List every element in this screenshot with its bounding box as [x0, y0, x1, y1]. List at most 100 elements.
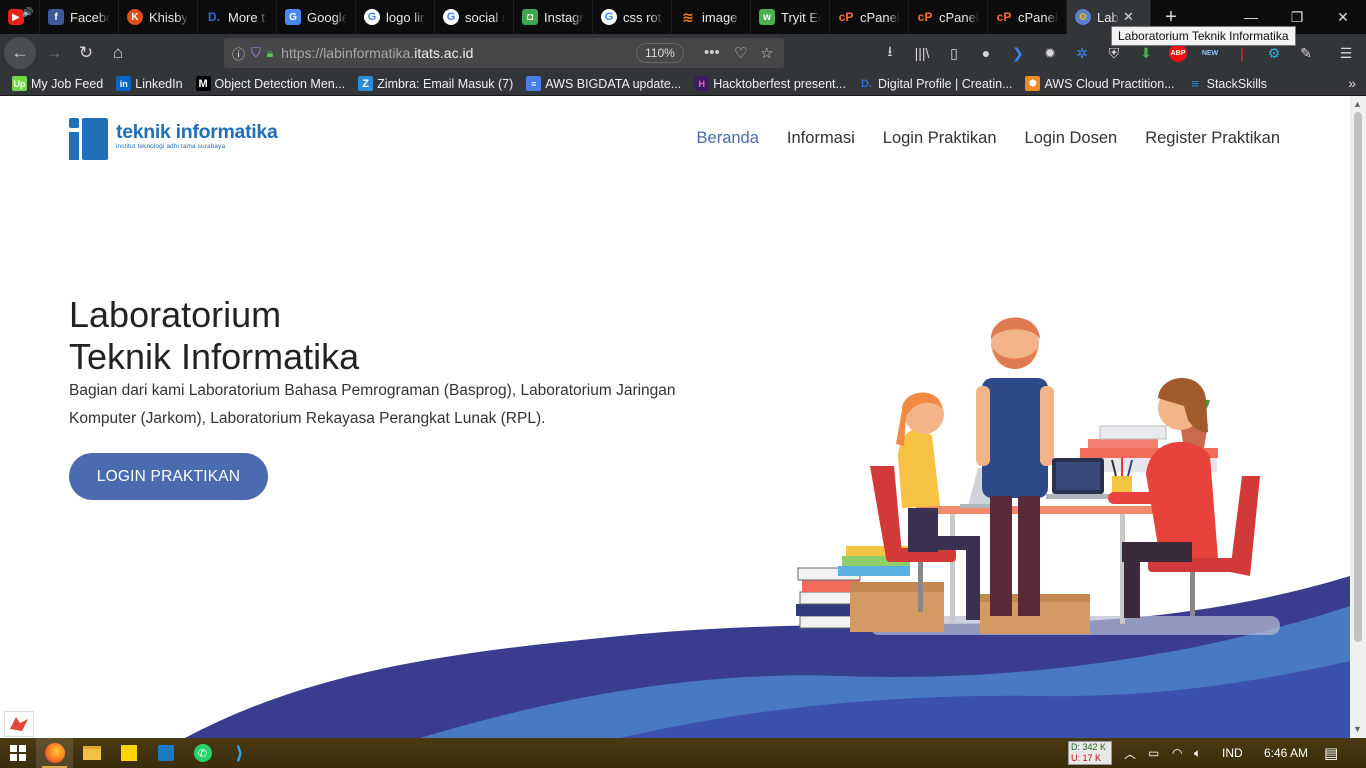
- info-icon[interactable]: ⓘ: [232, 44, 245, 63]
- trello-icon: [157, 745, 174, 761]
- lock-icon: 🔒︎: [266, 45, 274, 60]
- scroll-up-icon[interactable]: ▲: [1353, 99, 1362, 109]
- hero-title-line1: Laboratorium: [69, 294, 282, 335]
- language-indicator[interactable]: IND: [1222, 738, 1243, 768]
- url-text[interactable]: https://labinformatika.itats.ac.id: [281, 45, 473, 61]
- scroll-down-icon[interactable]: ▼: [1353, 724, 1362, 734]
- downloads-button[interactable]: ⭳: [876, 37, 904, 69]
- bookmark-star-icon[interactable]: ☆: [760, 44, 773, 62]
- page-actions-icon[interactable]: •••: [704, 44, 720, 61]
- back-button[interactable]: ←: [4, 37, 36, 69]
- volume-button[interactable]: 🔈︎: [1194, 738, 1201, 768]
- nav-login-dosen[interactable]: Login Dosen: [1025, 129, 1118, 148]
- taskbar-vscode[interactable]: ⟩: [221, 738, 258, 768]
- url-prefix: https://labinformatika.: [281, 45, 415, 61]
- green-arrow-icon: ⬇: [1140, 44, 1152, 61]
- page-scrollbar[interactable]: ▲ ▼: [1350, 96, 1366, 738]
- shield-icon: ⛨: [1108, 44, 1120, 61]
- bookmark-aws-bigdata[interactable]: ≡ AWS BIGDATA update...: [526, 76, 681, 91]
- tab-label: Facebook: [70, 9, 110, 25]
- action-center-button[interactable]: ▤: [1324, 738, 1338, 768]
- bookmark-zimbra[interactable]: Z Zimbra: Email Masuk (7): [358, 76, 513, 91]
- bookmark-object-detection[interactable]: M Object Detection Men...: [195, 76, 345, 91]
- tab-cpanel-2[interactable]: cP cPanel: [909, 0, 988, 34]
- docs-icon: ≡: [526, 76, 542, 91]
- tab-instagram[interactable]: ◘ Instagr: [514, 0, 593, 34]
- taskbar-firefox[interactable]: [36, 738, 73, 768]
- bookmark-digital-profile[interactable]: D. Digital Profile | Creatin...: [859, 76, 1013, 91]
- account-button[interactable]: ●: [972, 37, 1000, 69]
- tracking-shield-icon[interactable]: ⛉: [251, 45, 261, 61]
- nav-informasi[interactable]: Informasi: [787, 129, 855, 148]
- tab-google-translate[interactable]: G Google: [277, 0, 356, 34]
- hero-description: Bagian dari kami Laboratorium Bahasa Pem…: [69, 382, 676, 427]
- clock[interactable]: 6:46 AM: [1260, 738, 1312, 768]
- bookmark-stackskills[interactable]: ≡ StackSkills: [1188, 76, 1267, 91]
- chevron-double-right-icon[interactable]: »: [1348, 75, 1356, 91]
- extension-arrow-button[interactable]: ❯: [1004, 37, 1032, 69]
- wifi-button[interactable]: ◠: [1172, 738, 1182, 768]
- scroll-thumb[interactable]: [1354, 112, 1362, 642]
- taskbar-sticky-notes[interactable]: [110, 738, 147, 768]
- menu-button[interactable]: ☰: [1332, 37, 1360, 69]
- taskbar-trello[interactable]: [147, 738, 184, 768]
- widget-logo-icon: [10, 717, 28, 731]
- login-praktikan-button[interactable]: LOGIN PRAKTIKAN: [69, 453, 268, 500]
- library-button[interactable]: |||\: [908, 37, 936, 69]
- pocket-icon[interactable]: ♡: [734, 44, 747, 62]
- bookmark-linkedin[interactable]: in LinkedIn: [116, 76, 183, 91]
- extension-pen-button[interactable]: ✎: [1292, 37, 1320, 69]
- tab-image[interactable]: ≋ image: [672, 0, 751, 34]
- download-icon: ⭳: [887, 43, 893, 59]
- nav-beranda[interactable]: Beranda: [697, 129, 759, 148]
- logo-mark: [69, 118, 109, 160]
- home-button[interactable]: ⌂: [102, 37, 134, 69]
- bookmark-label: Digital Profile | Creatin...: [877, 76, 1013, 91]
- facebook-icon: f: [48, 9, 64, 25]
- close-window-button[interactable]: ✕: [1320, 0, 1366, 34]
- zoom-indicator[interactable]: 110%: [636, 43, 684, 63]
- bookmark-hacktoberfest[interactable]: H Hacktoberfest present...: [694, 76, 846, 91]
- address-bar[interactable]: ⓘ ⛉ 🔒︎ https://labinformatika.itats.ac.i…: [224, 38, 784, 68]
- bookmark-aws-cloud[interactable]: ⬢ AWS Cloud Practition...: [1025, 76, 1175, 91]
- tab-tryit[interactable]: w Tryit Ed: [751, 0, 830, 34]
- site-logo[interactable]: teknik informatika institut teknologi ad…: [69, 118, 278, 160]
- tab-social[interactable]: G social r: [435, 0, 514, 34]
- floating-widget[interactable]: [4, 711, 34, 737]
- tab-cpanel-3[interactable]: cP cPanel: [988, 0, 1067, 34]
- hero-title: Laboratorium Teknik Informatika: [69, 294, 359, 378]
- battery-icon: ▭: [1148, 746, 1160, 760]
- sidebar-button[interactable]: ▯: [940, 37, 968, 69]
- nav-register-praktikan[interactable]: Register Praktikan: [1145, 129, 1280, 148]
- adblock-icon: ABP: [1169, 44, 1187, 62]
- start-button[interactable]: [0, 738, 36, 768]
- tab-label: Lab: [1097, 9, 1119, 25]
- extension-bug-button[interactable]: ✲: [1068, 37, 1096, 69]
- nav-login-praktikan[interactable]: Login Praktikan: [883, 129, 997, 148]
- bookmarks-bar: Up My Job Feed in LinkedIn M Object Dete…: [0, 72, 1366, 96]
- tray-overflow-button[interactable]: ︿: [1124, 738, 1136, 768]
- taskbar-whatsapp[interactable]: ✆: [184, 738, 221, 768]
- extension-gear-button[interactable]: ✹: [1036, 37, 1064, 69]
- tryit-icon: w: [759, 9, 775, 25]
- tab-logo-lin[interactable]: G logo lin: [356, 0, 435, 34]
- tab-label: cPanel: [860, 9, 900, 25]
- dev-icon: D.: [208, 10, 220, 24]
- reload-button[interactable]: ↻: [70, 37, 102, 69]
- tab-cpanel-1[interactable]: cP cPanel: [830, 0, 909, 34]
- forward-button[interactable]: →: [38, 37, 70, 69]
- close-tab-icon[interactable]: ✕: [1123, 9, 1134, 25]
- tab-css-rota[interactable]: G css rota: [593, 0, 672, 34]
- folder-icon: [82, 746, 101, 760]
- tab-more[interactable]: D. More t: [198, 0, 277, 34]
- reload-icon: ↻: [78, 43, 94, 62]
- bookmark-my-job-feed[interactable]: Up My Job Feed: [12, 76, 103, 91]
- stackoverflow-icon: ≋: [682, 8, 694, 25]
- tab-youtube[interactable]: ▶ 🔊: [0, 0, 40, 34]
- taskbar-file-explorer[interactable]: [73, 738, 110, 768]
- office-illustration: [796, 317, 1280, 635]
- tab-facebook[interactable]: f Facebook: [40, 0, 119, 34]
- battery-button[interactable]: ▭: [1148, 738, 1159, 768]
- tab-tooltip: Laboratorium Teknik Informatika: [1111, 26, 1296, 46]
- tab-khisby[interactable]: K Khisby: [119, 0, 198, 34]
